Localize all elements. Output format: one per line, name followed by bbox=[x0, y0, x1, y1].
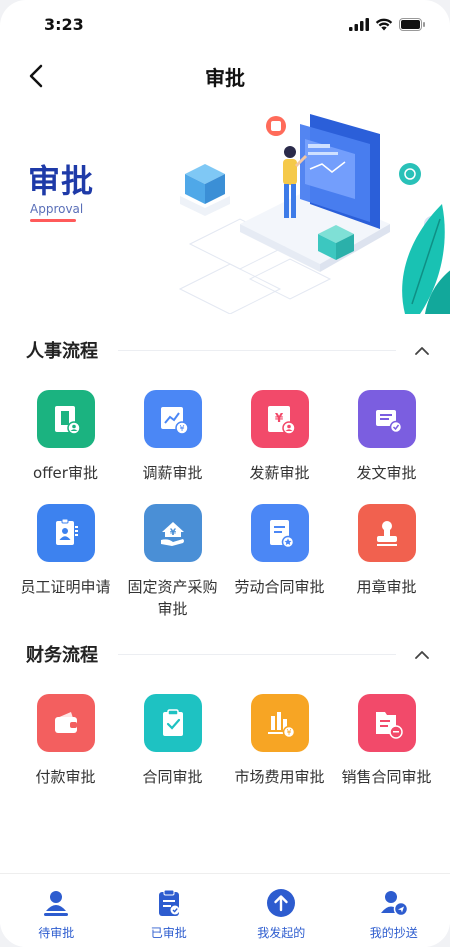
item-label: 销售合同审批 bbox=[341, 768, 432, 786]
item-label: 调薪审批 bbox=[142, 464, 203, 482]
item-label: 固定资产采购审批 bbox=[127, 578, 218, 618]
section-hr-process: 人事流程 offer审批 ¥ 调薪审批 ¥ 发薪审批 发文审批 员工证明申请 ¥… bbox=[0, 324, 450, 620]
tab-initiated[interactable]: 我发起的 bbox=[225, 874, 338, 947]
approval-item-asset-purchase[interactable]: ¥ 固定资产采购审批 bbox=[119, 490, 226, 620]
item-label: offer审批 bbox=[33, 464, 98, 482]
section-divider bbox=[118, 349, 396, 351]
item-label: 付款审批 bbox=[35, 768, 96, 786]
item-label: 劳动合同审批 bbox=[234, 578, 325, 596]
approval-item-sales-contract[interactable]: 销售合同审批 bbox=[333, 680, 440, 788]
approval-item-payroll[interactable]: ¥ 发薪审批 bbox=[226, 376, 333, 484]
wallet-icon bbox=[36, 694, 95, 752]
approval-item-employee-certificate[interactable]: 员工证明申请 bbox=[12, 490, 119, 620]
asset-purchase-icon: ¥ bbox=[143, 504, 202, 562]
signal-icon bbox=[349, 17, 369, 31]
item-label: 员工证明申请 bbox=[20, 578, 111, 596]
pending-icon bbox=[41, 888, 71, 918]
section-header[interactable]: 人事流程 bbox=[26, 324, 432, 376]
salary-adjust-icon: ¥ bbox=[143, 390, 202, 448]
seal-icon bbox=[357, 504, 416, 562]
back-button[interactable] bbox=[22, 62, 50, 90]
tab-pending[interactable]: 待审批 bbox=[0, 874, 113, 947]
page-title: 审批 bbox=[205, 65, 245, 90]
banner-subtitle: Approval bbox=[30, 202, 84, 216]
item-label: 用章审批 bbox=[356, 578, 417, 596]
approval-item-salary-adjust[interactable]: ¥ 调薪审批 bbox=[119, 376, 226, 484]
svg-text:¥: ¥ bbox=[179, 424, 184, 433]
section-title: 财务流程 bbox=[26, 645, 98, 666]
approved-icon bbox=[154, 888, 184, 918]
collapse-button[interactable] bbox=[412, 644, 432, 664]
item-label: 发文审批 bbox=[356, 464, 417, 482]
tab-label: 待审批 bbox=[38, 926, 75, 940]
approval-item-payment[interactable]: 付款审批 bbox=[12, 680, 119, 788]
item-label: 合同审批 bbox=[142, 768, 203, 786]
banner-title: 审批 bbox=[28, 162, 95, 200]
document-issue-icon bbox=[357, 390, 416, 448]
item-label: 市场费用审批 bbox=[234, 768, 325, 786]
clipboard-check-icon bbox=[143, 694, 202, 752]
battery-icon bbox=[399, 17, 425, 31]
hr-approval-grid: offer审批 ¥ 调薪审批 ¥ 发薪审批 发文审批 员工证明申请 ¥ 固定资产… bbox=[12, 376, 440, 620]
item-label: 发薪审批 bbox=[249, 464, 310, 482]
approval-item-offer[interactable]: offer审批 bbox=[12, 376, 119, 484]
market-expense-icon: ¥ bbox=[250, 694, 309, 752]
section-divider bbox=[118, 653, 396, 655]
section-title: 人事流程 bbox=[26, 341, 98, 362]
sales-contract-icon bbox=[357, 694, 416, 752]
tab-label: 我发起的 bbox=[257, 926, 306, 940]
banner-underline bbox=[30, 219, 76, 222]
svg-text:¥: ¥ bbox=[169, 528, 176, 538]
section-finance-process: 财务流程 付款审批 合同审批 ¥ 市场费用审批 销售合同审批 bbox=[0, 628, 450, 788]
bottom-tab-bar: 待审批 已审批 我发起的 我的抄送 bbox=[0, 873, 450, 947]
chevron-up-icon bbox=[415, 346, 429, 355]
approval-item-contract[interactable]: 合同审批 bbox=[119, 680, 226, 788]
app-screen: 3:23 审批 审批 Approval 人事流程 offer审批 ¥ 调薪审批 … bbox=[0, 0, 450, 947]
tab-approved[interactable]: 已审批 bbox=[113, 874, 226, 947]
status-icons bbox=[349, 17, 426, 31]
svg-text:¥: ¥ bbox=[274, 411, 283, 425]
finance-approval-grid: 付款审批 合同审批 ¥ 市场费用审批 销售合同审批 bbox=[12, 680, 440, 788]
approval-item-market-expense[interactable]: ¥ 市场费用审批 bbox=[226, 680, 333, 788]
approval-banner: 审批 Approval bbox=[0, 104, 450, 324]
wifi-icon bbox=[375, 18, 393, 30]
labor-contract-icon bbox=[250, 504, 309, 562]
tab-cc[interactable]: 我的抄送 bbox=[338, 874, 450, 947]
approval-item-labor-contract[interactable]: 劳动合同审批 bbox=[226, 490, 333, 620]
tab-label: 已审批 bbox=[150, 926, 187, 940]
section-header[interactable]: 财务流程 bbox=[26, 628, 432, 680]
chevron-left-icon bbox=[29, 64, 43, 88]
tab-label: 我的抄送 bbox=[369, 926, 418, 940]
status-time: 3:23 bbox=[44, 14, 84, 34]
initiated-icon bbox=[266, 888, 296, 918]
status-bar: 3:23 bbox=[0, 0, 450, 48]
chevron-up-icon bbox=[415, 650, 429, 659]
cc-icon bbox=[379, 888, 409, 918]
navigation-bar: 审批 bbox=[0, 48, 450, 104]
svg-text:¥: ¥ bbox=[286, 728, 291, 737]
banner-illustration bbox=[178, 114, 450, 314]
approval-item-seal[interactable]: 用章审批 bbox=[333, 490, 440, 620]
offer-icon bbox=[36, 390, 95, 448]
collapse-button[interactable] bbox=[412, 340, 432, 360]
employee-certificate-icon bbox=[36, 504, 95, 562]
payroll-icon: ¥ bbox=[250, 390, 309, 448]
approval-item-document-issue[interactable]: 发文审批 bbox=[333, 376, 440, 484]
